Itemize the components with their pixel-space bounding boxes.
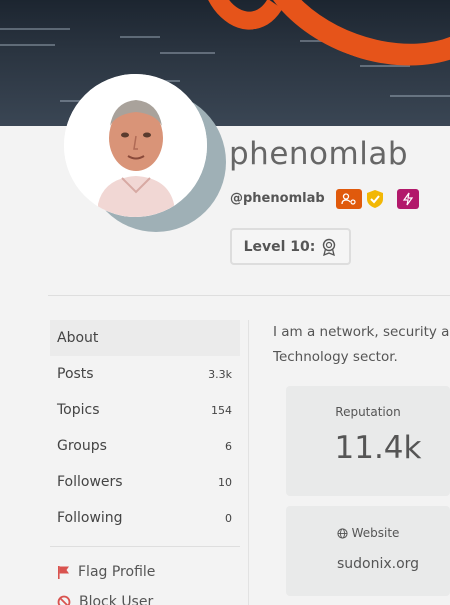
block-user-label: Block User: [79, 594, 154, 605]
about-line: I am a network, security a: [273, 324, 450, 340]
nav-item-label: Topics: [57, 402, 100, 418]
bolt-icon: [402, 192, 414, 206]
flag-icon: [58, 566, 69, 579]
flag-profile-label: Flag Profile: [78, 564, 156, 580]
nav-item-topics[interactable]: Topics 154: [50, 392, 240, 428]
block-icon: [57, 595, 71, 605]
nav-item-following[interactable]: Following 0: [50, 500, 240, 536]
nav-separator: [50, 546, 240, 547]
website-label-row: Website: [286, 526, 450, 540]
flag-profile-link[interactable]: Flag Profile: [50, 557, 240, 587]
nav-item-label: About: [57, 330, 99, 346]
about-text: I am a network, security a Technology se…: [273, 320, 450, 370]
block-user-link[interactable]: Block User: [50, 587, 240, 605]
nav-item-followers[interactable]: Followers 10: [50, 464, 240, 500]
nav-item-count: 3.3k: [208, 367, 232, 381]
bolt-badge[interactable]: [397, 189, 419, 209]
profile-display-name: phenomlab: [229, 136, 408, 172]
profile-nav: About Posts 3.3k Topics 154 Groups 6 Fol…: [50, 320, 240, 605]
profile-handle: @phenomlab: [230, 191, 325, 206]
reputation-card: Reputation 11.4k: [286, 386, 450, 496]
cover-logo-arc-secondary: [190, 0, 300, 37]
profile-divider: [48, 295, 450, 296]
nav-item-groups[interactable]: Groups 6: [50, 428, 240, 464]
nav-item-count: 6: [225, 439, 232, 453]
website-card: Website sudonix.org: [286, 506, 450, 596]
nav-item-label: Groups: [57, 438, 107, 454]
about-line: Technology sector.: [273, 349, 398, 365]
avatar[interactable]: [64, 74, 207, 217]
verified-badge[interactable]: [364, 189, 386, 209]
content-divider: [248, 320, 249, 605]
nav-item-about[interactable]: About: [50, 320, 240, 356]
level-label: Level 10:: [243, 238, 316, 255]
nav-item-count: 0: [225, 511, 232, 525]
nav-item-label: Posts: [57, 366, 94, 382]
website-label: Website: [351, 526, 400, 540]
reputation-label: Reputation: [335, 405, 401, 419]
award-icon: [323, 238, 336, 256]
reputation-value: 11.4k: [334, 430, 422, 466]
avatar-portrait-icon: [64, 74, 207, 217]
nav-item-count: 10: [218, 475, 232, 489]
level-badge[interactable]: Level 10:: [230, 228, 351, 265]
nav-item-label: Followers: [57, 474, 123, 490]
globe-icon: [336, 527, 348, 539]
nav-item-posts[interactable]: Posts 3.3k: [50, 356, 240, 392]
shield-check-icon: [367, 190, 383, 208]
staff-badge[interactable]: [336, 189, 362, 209]
user-cog-icon: [341, 193, 356, 205]
nav-item-label: Following: [57, 510, 123, 526]
nav-item-count: 154: [211, 403, 232, 417]
website-link[interactable]: sudonix.org: [286, 556, 450, 572]
